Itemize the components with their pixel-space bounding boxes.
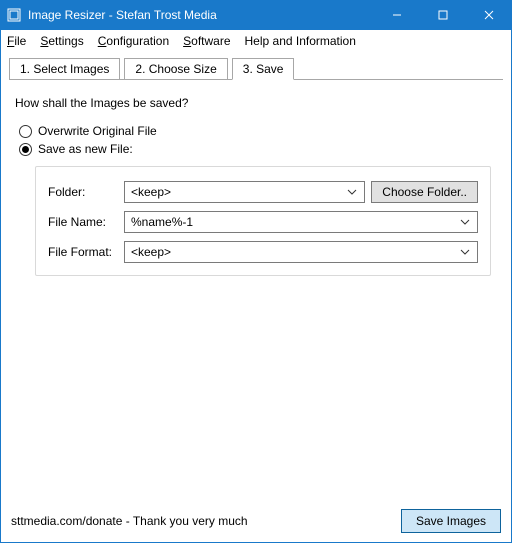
tab-save[interactable]: 3. Save [232,58,295,80]
tab-choose-size[interactable]: 2. Choose Size [124,58,227,80]
footer-message: sttmedia.com/donate - Thank you very muc… [11,514,401,528]
save-options-group: Folder: <keep> Choose Folder.. File Name… [35,166,491,276]
chevron-down-icon [459,217,471,227]
folder-combo-value: <keep> [131,185,346,199]
title-bar: Image Resizer - Stefan Trost Media [0,0,512,30]
fileformat-combo[interactable]: <keep> [124,241,478,263]
close-button[interactable] [466,0,512,30]
label-filename: File Name: [48,215,124,229]
radio-overwrite-label: Overwrite Original File [38,124,157,138]
radio-savenew-row[interactable]: Save as new File: [19,142,497,156]
label-folder: Folder: [48,185,124,199]
menu-settings[interactable]: Settings [40,34,83,48]
maximize-button[interactable] [420,0,466,30]
filename-combo-value: %name%-1 [131,215,459,229]
radio-overwrite[interactable] [19,125,32,138]
tab-select-images[interactable]: 1. Select Images [9,58,120,80]
radio-savenew-label: Save as new File: [38,142,133,156]
minimize-button[interactable] [374,0,420,30]
radio-overwrite-row[interactable]: Overwrite Original File [19,124,497,138]
tab-strip: 1. Select Images 2. Choose Size 3. Save [1,52,511,80]
menu-file[interactable]: File [7,34,26,48]
menu-software[interactable]: Software [183,34,230,48]
menu-configuration[interactable]: Configuration [98,34,169,48]
footer: sttmedia.com/donate - Thank you very muc… [1,506,511,542]
folder-combo[interactable]: <keep> [124,181,365,203]
save-images-button[interactable]: Save Images [401,509,501,533]
app-icon [6,7,22,23]
menu-help[interactable]: Help and Information [245,34,356,48]
radio-savenew[interactable] [19,143,32,156]
filename-combo[interactable]: %name%-1 [124,211,478,233]
chevron-down-icon [459,247,471,257]
menu-bar: File Settings Configuration Software Hel… [1,30,511,52]
label-fileformat: File Format: [48,245,124,259]
window-buttons [374,0,512,30]
save-prompt: How shall the Images be saved? [15,96,497,110]
chevron-down-icon [346,187,358,197]
window-title: Image Resizer - Stefan Trost Media [28,8,374,22]
fileformat-combo-value: <keep> [131,245,459,259]
window-body: File Settings Configuration Software Hel… [0,30,512,543]
tab-content: How shall the Images be saved? Overwrite… [1,80,511,506]
choose-folder-button[interactable]: Choose Folder.. [371,181,478,203]
